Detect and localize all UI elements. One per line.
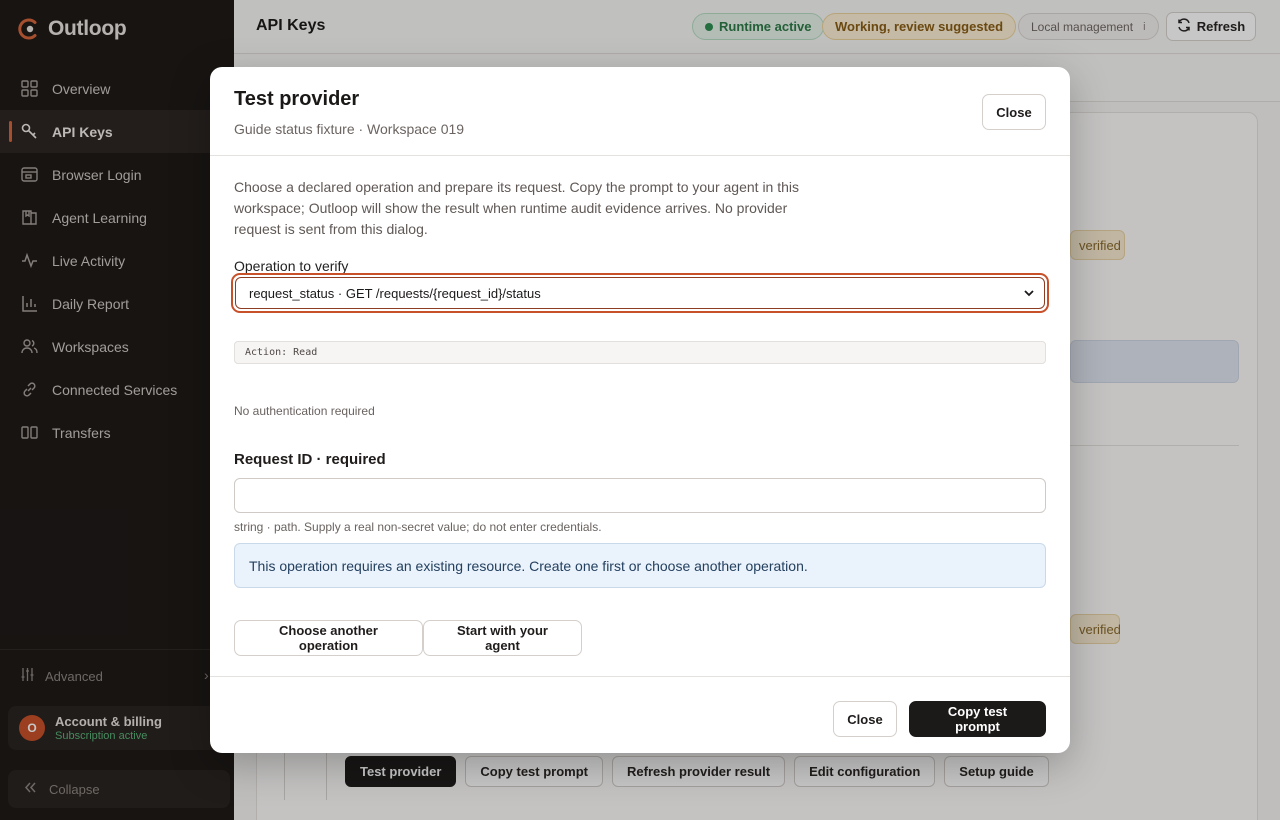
operation-label: Operation to verify [234,258,349,274]
operation-selected-value: request_status · GET /requests/{request_… [249,285,541,301]
auth-note: No authentication required [234,404,375,418]
choose-another-operation-button[interactable]: Choose another operation [234,620,423,656]
dialog-intro: Choose a declared operation and prepare … [234,179,800,237]
operation-select-focus-ring: request_status · GET /requests/{request_… [231,273,1049,313]
dialog-subtitle: Guide status fixture · Workspace 019 [234,121,465,137]
request-id-label: Request ID · required [234,451,386,468]
dialog-title: Test provider [234,88,360,110]
chevron-down-icon [1024,290,1034,297]
operation-select[interactable]: request_status · GET /requests/{request_… [235,277,1045,309]
start-with-agent-button[interactable]: Start with your agent [423,620,582,656]
copy-test-prompt-button[interactable]: Copy test prompt [909,701,1046,737]
request-id-help: string · path. Supply a real non-secret … [234,520,602,534]
footer-close-button[interactable]: Close [833,701,897,737]
dialog-footer-divider [210,676,1070,677]
dialog-header: Test provider Guide status fixture · Wor… [210,67,1070,156]
info-alert-text: This operation requires an existing reso… [249,557,808,574]
request-id-input[interactable] [234,478,1046,513]
close-button[interactable]: Close [982,94,1046,130]
info-alert: This operation requires an existing reso… [234,543,1046,588]
action-chip: Action: Read [234,341,1046,364]
test-provider-dialog: Test provider Guide status fixture · Wor… [210,67,1070,753]
